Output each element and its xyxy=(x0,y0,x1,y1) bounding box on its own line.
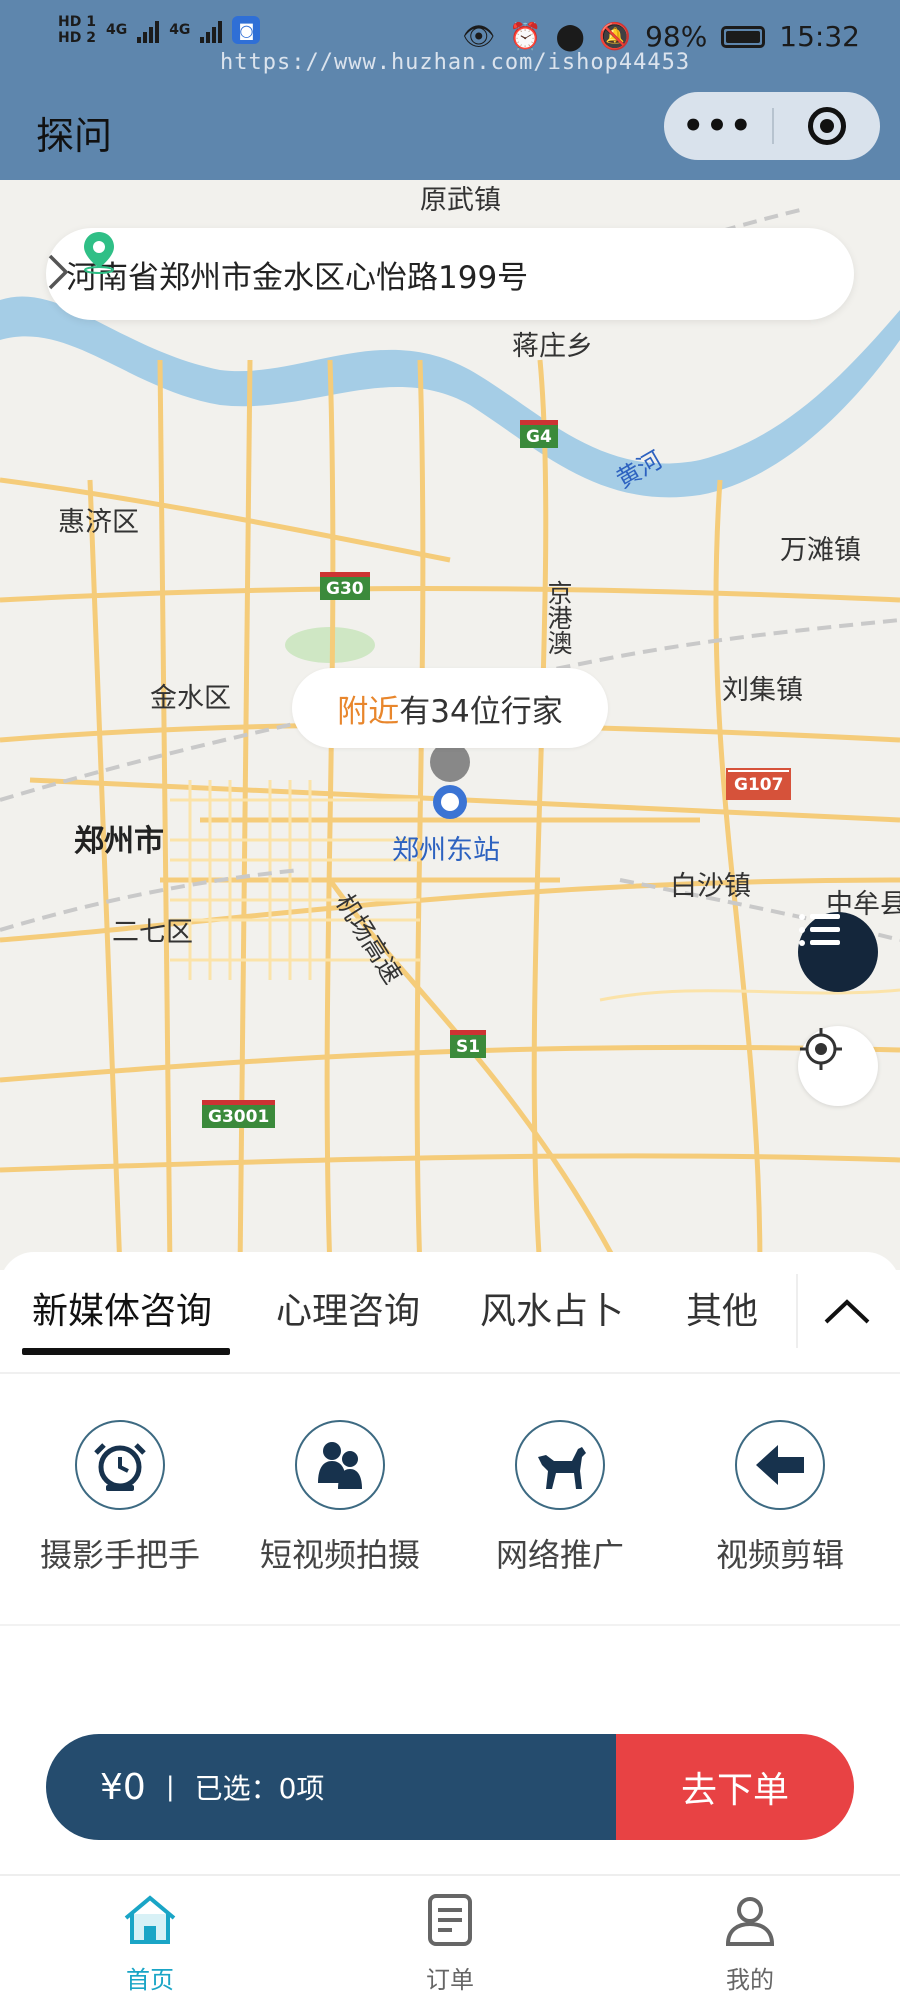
location-pin-icon xyxy=(84,232,114,274)
service-label: 网络推广 xyxy=(495,1536,624,1574)
map-label: 惠济区 xyxy=(58,507,139,538)
service-label: 短视频拍摄 xyxy=(259,1536,420,1574)
document-icon xyxy=(428,1894,472,1946)
service-label: 视频剪辑 xyxy=(715,1536,844,1574)
service-item[interactable]: 网络推广 xyxy=(460,1420,660,1576)
selected-count: 已选：0项 xyxy=(194,1772,325,1805)
highway-shield: S1 xyxy=(450,1030,487,1058)
hd-indicator: HD 1 HD 2 xyxy=(58,14,96,46)
order-summary[interactable]: ¥0 | 已选：0项 xyxy=(46,1734,616,1840)
close-miniprogram-button[interactable] xyxy=(774,107,880,145)
summary-divider: | xyxy=(165,1772,175,1802)
crosshair-icon xyxy=(800,1028,842,1070)
user-icon xyxy=(725,1897,775,1946)
people-icon xyxy=(295,1420,385,1510)
service-item[interactable]: 短视频拍摄 xyxy=(240,1420,440,1576)
eye-icon: 👁 xyxy=(462,21,496,52)
highway-shield: G3001 xyxy=(202,1100,276,1128)
order-bar: ¥0 | 已选：0项 去下单 xyxy=(46,1734,854,1840)
clock-time: 15:32 xyxy=(779,20,860,53)
alarm-icon: ⏰ xyxy=(509,21,542,52)
arrow-left-icon xyxy=(735,1420,825,1510)
address-text: 河南省郑州市金水区心怡路199号 xyxy=(66,259,529,296)
nearby-experts-badge[interactable]: 附近 有34位行家 xyxy=(292,668,608,748)
active-tab-indicator xyxy=(22,1348,230,1355)
service-grid: 摄影手把手 短视频拍摄 网络推广 视频剪辑 xyxy=(0,1374,900,1626)
map-view[interactable]: 原武镇 蒋庄乡 黄河 惠济区 万滩镇 京港澳 金水区 刘集镇 郑州市 郑州东站 … xyxy=(0,180,900,1270)
address-bar[interactable]: 河南省郑州市金水区心怡路199号 xyxy=(46,228,854,320)
tab-home[interactable]: 首页 xyxy=(90,1890,210,1995)
map-label: 郑州东站 xyxy=(392,835,500,866)
map-label: 原武镇 xyxy=(420,185,501,216)
map-label: 京港澳 xyxy=(544,580,573,655)
list-icon xyxy=(799,914,840,946)
hd1-label: HD 1 xyxy=(58,14,96,30)
tab-label: 订单 xyxy=(426,1966,474,1994)
signal-icon xyxy=(137,17,160,43)
tab-psychology[interactable]: 心理咨询 xyxy=(276,1282,420,1334)
hd2-label: HD 2 xyxy=(58,30,96,46)
nearby-prefix: 附近 xyxy=(337,693,400,730)
tab-fengshui[interactable]: 风水占卜 xyxy=(480,1282,624,1334)
map-label: 万滩镇 xyxy=(780,535,861,566)
map-label: 郑州市 xyxy=(74,824,164,859)
tab-new-media[interactable]: 新媒体咨询 xyxy=(32,1282,212,1334)
tab-label: 首页 xyxy=(126,1966,174,1994)
battery-percent: 98% xyxy=(645,20,708,53)
bottom-tab-bar: 首页 订单 我的 xyxy=(0,1874,900,2000)
network-label-1: 4G xyxy=(105,22,128,38)
service-item[interactable]: 视频剪辑 xyxy=(680,1420,880,1576)
marker-pin xyxy=(430,742,470,782)
tab-profile[interactable]: 我的 xyxy=(690,1890,810,1995)
map-label: 白沙镇 xyxy=(670,871,751,902)
alarm-clock-icon xyxy=(75,1420,165,1510)
miniprogram-capsule: ••• xyxy=(664,92,880,160)
mute-bell-icon: 🔕 xyxy=(598,21,632,52)
tab-other[interactable]: 其他 xyxy=(686,1282,758,1334)
map-label: 二七区 xyxy=(112,917,193,948)
app-notification-icon: ◙ xyxy=(232,16,261,44)
yellow-river xyxy=(0,296,900,498)
service-item[interactable]: 摄影手把手 xyxy=(20,1420,220,1576)
home-icon xyxy=(124,1895,176,1944)
dog-icon xyxy=(515,1420,605,1510)
total-price: ¥0 xyxy=(100,1766,146,1808)
nearby-count-text: 有34位行家 xyxy=(399,693,563,730)
location-icon: ⬤ xyxy=(555,21,585,52)
map-label: 刘集镇 xyxy=(722,675,803,706)
network-label-2: 4G xyxy=(169,22,191,38)
map-label: 金水区 xyxy=(150,683,231,714)
service-label: 摄影手把手 xyxy=(39,1536,200,1574)
highway-shield: G4 xyxy=(520,420,558,448)
more-menu-button[interactable]: ••• xyxy=(664,106,772,146)
top-header: HD 1 HD 2 4G 4G ◙ 👁 ⏰ ⬤ 🔕 98% 15:32 http… xyxy=(0,0,900,180)
tab-orders[interactable]: 订单 xyxy=(390,1890,510,1995)
page-title: 探问 xyxy=(36,114,113,158)
highway-shield: G30 xyxy=(320,572,370,600)
map-label: 蒋庄乡 xyxy=(512,331,593,362)
target-icon xyxy=(808,107,846,145)
battery-icon xyxy=(721,25,766,48)
place-order-button[interactable]: 去下单 xyxy=(616,1734,854,1840)
category-tabs: 新媒体咨询 心理咨询 风水占卜 其他 xyxy=(0,1252,900,1374)
highway-shield: G107 xyxy=(725,768,792,800)
tab-label: 我的 xyxy=(726,1966,774,1994)
signal-icon-2 xyxy=(200,17,223,43)
chevron-right-icon xyxy=(48,254,69,290)
my-location-button[interactable] xyxy=(798,1026,878,1106)
chevron-up-icon[interactable] xyxy=(822,1286,872,1336)
tab-divider xyxy=(796,1274,798,1348)
list-view-button[interactable] xyxy=(798,912,878,992)
watermark-url: https://www.huzhan.com/ishop44453 xyxy=(220,50,691,75)
